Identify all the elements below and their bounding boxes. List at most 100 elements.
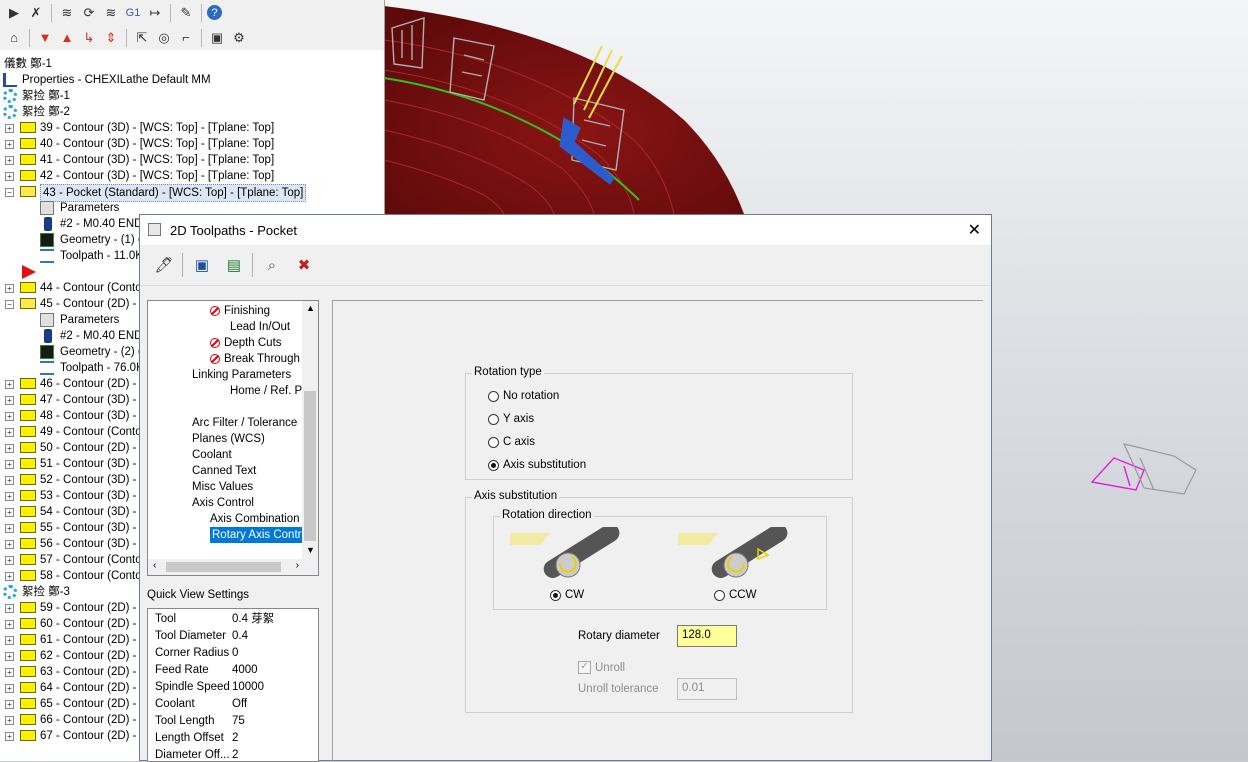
expand-toggle[interactable]: + xyxy=(5,620,14,629)
operation-row[interactable]: +41 - Contour (3D) - [WCS: Top] - [Tplan… xyxy=(0,152,384,168)
regen-icon[interactable]: ≋ xyxy=(57,3,77,23)
param-page-item[interactable]: Arc Filter / Tolerance xyxy=(192,415,297,431)
operation-row[interactable]: +42 - Contour (3D) - [WCS: Top] - [Tplan… xyxy=(0,168,384,184)
post-icon[interactable]: ⌐ xyxy=(176,28,196,48)
collapse-toggle[interactable]: − xyxy=(5,300,14,309)
rotary-diameter-input[interactable]: 128.0 xyxy=(677,625,737,647)
operation-row[interactable]: +40 - Contour (3D) - [WCS: Top] - [Tplan… xyxy=(0,136,384,152)
regen-dirty-icon[interactable]: ⟳ xyxy=(79,3,99,23)
param-page-label: Rotary Axis Control xyxy=(212,529,311,541)
param-page-item[interactable]: Rotary Axis Control xyxy=(210,527,313,543)
quick-view-icon[interactable]: ⌕ xyxy=(260,253,284,277)
toolbar-row-2: ⌂ ▼ ▲ ↳ ⇕ ⇱ ◎ ⌐ ▣ ⚙ xyxy=(0,25,384,50)
toolpath-group-2-row[interactable]: 絮捡 鄭-2 xyxy=(0,104,384,120)
delete-icon[interactable]: ✖ xyxy=(292,253,316,277)
expand-toggle[interactable]: + xyxy=(5,124,14,133)
cw-radio[interactable]: CW xyxy=(550,589,584,601)
expand-toggle[interactable]: + xyxy=(5,140,14,149)
rotation-type-radio[interactable]: C axis xyxy=(488,436,535,448)
expand-toggle[interactable]: + xyxy=(5,732,14,741)
tree-vertical-scrollbar[interactable]: ▲ ▼ xyxy=(302,301,318,575)
expand-toggle[interactable]: + xyxy=(5,700,14,709)
expand-toggle[interactable]: + xyxy=(5,716,14,725)
param-page-item[interactable]: Axis Control xyxy=(192,495,254,511)
param-page-item[interactable]: Depth Cuts xyxy=(210,335,282,351)
properties-icon xyxy=(3,73,17,87)
expand-toggle[interactable]: + xyxy=(5,508,14,517)
folder-icon xyxy=(20,618,36,629)
toggle-display-icon[interactable]: ◎ xyxy=(154,28,174,48)
expand-toggle[interactable]: + xyxy=(5,684,14,693)
move-up-icon[interactable]: ▲ xyxy=(57,28,77,48)
tools-icon[interactable]: ⚙ xyxy=(229,28,249,48)
select-mode-icon[interactable]: ⇱ xyxy=(132,28,152,48)
operation-row[interactable]: +39 - Contour (3D) - [WCS: Top] - [Tplan… xyxy=(0,120,384,136)
param-page-item[interactable]: Coolant xyxy=(192,447,232,463)
unroll-checkbox[interactable]: ✓ Unroll xyxy=(578,661,625,674)
param-page-item[interactable]: Axis Combination xyxy=(210,511,299,527)
hide-icon[interactable]: ▣ xyxy=(207,28,227,48)
expand-toggle[interactable]: + xyxy=(5,524,14,533)
cw-radio-dot xyxy=(550,589,561,601)
insert-arrow-icon[interactable]: ↳ xyxy=(79,28,99,48)
regen-all-icon[interactable]: ≋ xyxy=(101,3,121,23)
select-all-icon[interactable]: ▶ xyxy=(4,3,24,23)
g1-icon[interactable]: G1 xyxy=(123,3,143,23)
tool-icon[interactable]: 🖊 xyxy=(152,253,176,277)
param-page-item[interactable]: Planes (WCS) xyxy=(192,431,265,447)
expand-toggle[interactable]: + xyxy=(5,636,14,645)
collapse-toggle[interactable]: − xyxy=(5,188,14,197)
rotation-type-label: No rotation xyxy=(503,390,560,402)
rotation-type-radio[interactable]: No rotation xyxy=(488,390,559,402)
expand-toggle[interactable]: + xyxy=(5,492,14,501)
expand-toggle[interactable]: + xyxy=(5,172,14,181)
param-page-item[interactable]: Linking Parameters xyxy=(192,367,291,383)
close-button[interactable]: ✕ xyxy=(968,220,981,240)
expand-toggle[interactable]: + xyxy=(5,556,14,565)
expand-toggle[interactable]: + xyxy=(5,156,14,165)
expand-toggle[interactable]: + xyxy=(5,428,14,437)
save-default-icon[interactable]: ▤ xyxy=(222,253,246,277)
expand-toggle[interactable]: + xyxy=(5,476,14,485)
expand-toggle[interactable]: + xyxy=(5,572,14,581)
toolpath-group-label: 絮捡 鄭-1 xyxy=(22,90,70,102)
param-page-label: Misc Values xyxy=(192,481,254,493)
lock-icon[interactable]: ⌂ xyxy=(4,28,24,48)
expand-toggle[interactable]: + xyxy=(5,380,14,389)
expand-toggle[interactable]: + xyxy=(5,396,14,405)
operation-label: 50 - Contour (2D) - [ xyxy=(40,442,143,454)
properties-row[interactable]: Properties - CHEXILathe Default MM xyxy=(0,72,384,88)
ccw-radio[interactable]: CCW xyxy=(714,589,756,601)
rotation-type-radio[interactable]: Axis substitution xyxy=(488,459,586,471)
unroll-tolerance-input[interactable]: 0.01 xyxy=(677,678,737,700)
expand-toggle[interactable]: + xyxy=(5,460,14,469)
save-icon[interactable]: ▣ xyxy=(190,253,214,277)
expand-toggle[interactable]: + xyxy=(5,284,14,293)
operation-row-43[interactable]: − 43 - Pocket (Standard) - [WCS: Top] - … xyxy=(0,184,384,202)
verify-icon[interactable]: ✎ xyxy=(176,3,196,23)
machine-group-row[interactable]: 儀數 鄭-1 xyxy=(0,56,384,72)
backplot-icon[interactable]: ↦ xyxy=(145,3,165,23)
operation-label: 39 - Contour (3D) - [WCS: Top] - [Tplane… xyxy=(40,122,275,134)
folder-icon xyxy=(20,522,36,533)
expand-toggle[interactable]: + xyxy=(5,668,14,677)
operation-label: 46 - Contour (2D) - [ xyxy=(40,378,143,390)
tree-horizontal-scrollbar[interactable]: ‹ › xyxy=(148,559,304,575)
move-down-icon[interactable]: ▼ xyxy=(35,28,55,48)
expand-toggle[interactable]: + xyxy=(5,412,14,421)
dialog-titlebar: 2D Toolpaths - Pocket ✕ xyxy=(140,215,991,245)
toolpath-group-1-row[interactable]: 絮捡 鄭-1 xyxy=(0,88,384,104)
param-page-item[interactable]: Misc Values xyxy=(192,479,253,495)
param-page-item[interactable]: Break Through xyxy=(210,351,300,367)
expand-icon[interactable]: ⇕ xyxy=(101,28,121,48)
param-page-item[interactable]: Canned Text xyxy=(192,463,256,479)
expand-toggle[interactable]: + xyxy=(5,652,14,661)
deselect-icon[interactable]: ✗ xyxy=(26,3,46,23)
expand-toggle[interactable]: + xyxy=(5,604,14,613)
param-page-item[interactable]: Lead In/Out xyxy=(230,319,290,335)
help-icon[interactable]: ? xyxy=(207,5,222,20)
expand-toggle[interactable]: + xyxy=(5,540,14,549)
param-page-item[interactable]: Finishing xyxy=(210,303,270,319)
expand-toggle[interactable]: + xyxy=(5,444,14,453)
rotation-type-radio[interactable]: Y axis xyxy=(488,413,534,425)
